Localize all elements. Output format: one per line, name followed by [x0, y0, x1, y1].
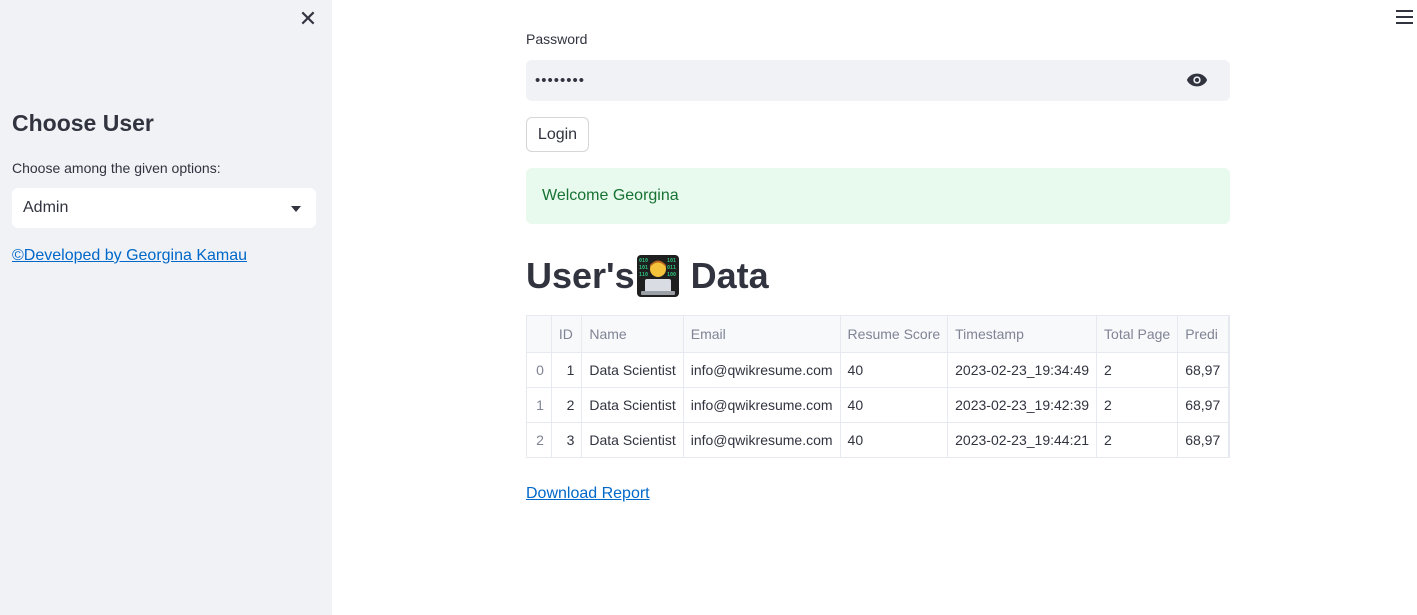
- sidebar: ✕ Choose User Choose among the given opt…: [0, 0, 332, 615]
- table-cell: 40: [840, 352, 949, 388]
- svg-text:101: 101: [667, 258, 676, 264]
- heading-text-after: Data: [690, 255, 769, 296]
- table-cell: Data Scientist: [581, 422, 684, 457]
- table-cell: 2023-02-23_19:44:21: [947, 422, 1098, 457]
- table-cell: 1: [551, 352, 583, 388]
- svg-text:011: 011: [667, 265, 676, 271]
- table-row: 2 3 Data Scientist info@qwikresume.com 4…: [527, 422, 1229, 457]
- row-index: 0: [527, 352, 552, 388]
- user-select[interactable]: Admin: [12, 188, 316, 228]
- table-cell: 40: [840, 422, 949, 457]
- svg-text:101: 101: [639, 265, 648, 271]
- users-data-table[interactable]: ID Name Email Resume Score Timestamp Tot…: [526, 315, 1230, 458]
- column-header[interactable]: Predi: [1177, 316, 1229, 353]
- password-label: Password: [526, 31, 588, 47]
- column-header[interactable]: Resume Score: [840, 316, 949, 353]
- table-cell: Data Scientist: [581, 352, 684, 388]
- row-index: 2: [527, 422, 552, 457]
- table-cell: 2023-02-23_19:34:49: [947, 352, 1098, 388]
- page-heading: User's 010 101 110 101 011 100 Data: [526, 255, 769, 297]
- row-index: 1: [527, 387, 552, 423]
- table-cell: 2: [1096, 352, 1179, 388]
- table-cell: info@qwikresume.com: [683, 352, 841, 388]
- table-cell: 68,97: [1177, 422, 1229, 457]
- password-field[interactable]: ••••••••: [526, 60, 1230, 101]
- user-select-label: Choose among the given options:: [12, 160, 221, 176]
- welcome-message: Welcome Georgina: [542, 187, 679, 204]
- table-cell: 2023-02-23_19:42:39: [947, 387, 1098, 423]
- login-button[interactable]: Login: [526, 117, 589, 152]
- column-header[interactable]: Timestamp: [947, 316, 1098, 353]
- hamburger-menu-icon[interactable]: [1396, 10, 1413, 26]
- download-report-link[interactable]: Download Report: [526, 485, 650, 503]
- table-row: 1 2 Data Scientist info@qwikresume.com 4…: [527, 387, 1229, 423]
- column-header[interactable]: Name: [581, 316, 684, 353]
- password-value: ••••••••: [535, 72, 586, 89]
- table-cell: info@qwikresume.com: [683, 387, 841, 423]
- svg-text:100: 100: [667, 272, 676, 278]
- close-sidebar-icon[interactable]: ✕: [298, 8, 318, 30]
- table-row: 0 1 Data Scientist info@qwikresume.com 4…: [527, 352, 1229, 388]
- table-cell: 40: [840, 387, 949, 423]
- table-cell: 68,97: [1177, 387, 1229, 423]
- column-header[interactable]: [527, 316, 552, 353]
- table-cell: 2: [1096, 422, 1179, 457]
- svg-text:010: 010: [639, 258, 648, 264]
- table-cell: 2: [551, 387, 583, 423]
- table-cell: 68,97: [1177, 352, 1229, 388]
- success-alert: Welcome Georgina: [526, 168, 1230, 224]
- table-cell: Data Scientist: [581, 387, 684, 423]
- developer-link[interactable]: ©Developed by Georgina Kamau: [12, 247, 247, 265]
- chevron-down-icon: [291, 206, 301, 212]
- eye-icon[interactable]: [1186, 71, 1208, 89]
- table-cell: info@qwikresume.com: [683, 422, 841, 457]
- table-cell: 2: [1096, 387, 1179, 423]
- svg-text:110: 110: [639, 272, 648, 278]
- column-header[interactable]: Total Page: [1096, 316, 1179, 353]
- heading-text-before: User's: [526, 255, 635, 296]
- sidebar-title: Choose User: [12, 110, 154, 136]
- column-header[interactable]: Email: [683, 316, 841, 353]
- table-cell: 3: [551, 422, 583, 457]
- table-header-row: ID Name Email Resume Score Timestamp Tot…: [527, 316, 1229, 353]
- user-select-value: Admin: [23, 199, 69, 216]
- column-header[interactable]: ID: [551, 316, 583, 353]
- technologist-emoji-icon: 010101110 101011100: [636, 255, 679, 297]
